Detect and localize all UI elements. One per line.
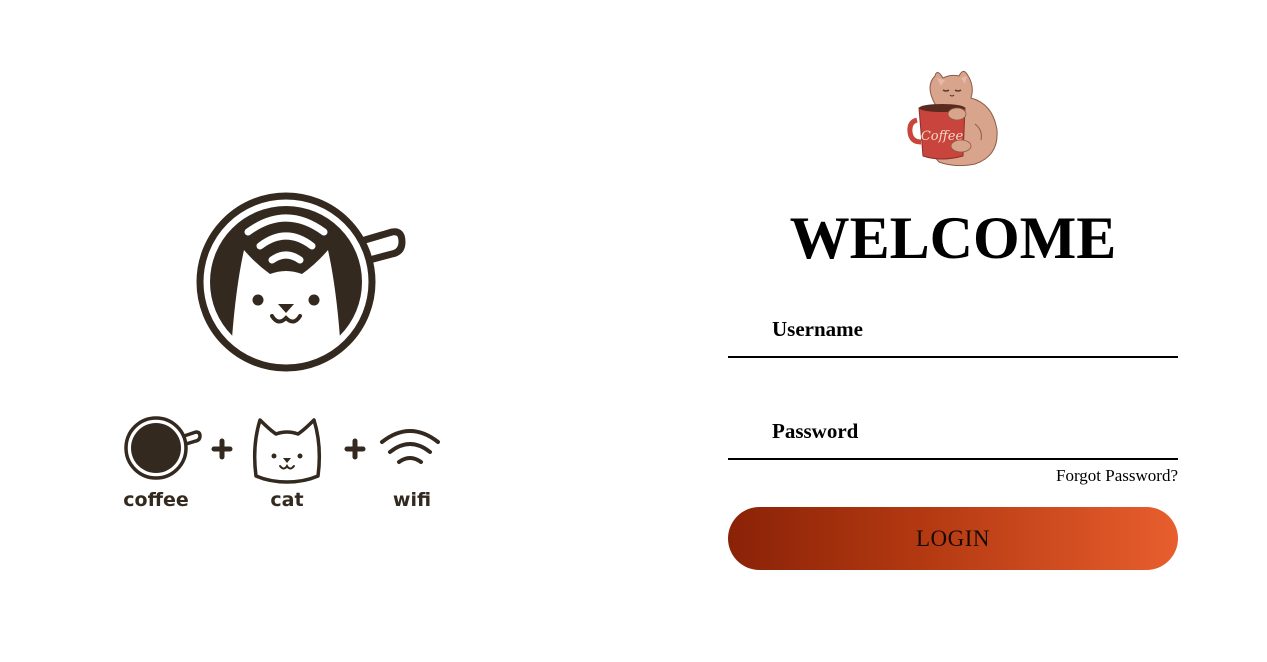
coffee-cat-wifi-cup-icon [196, 192, 406, 372]
brand-illustration: coffee cat wifi [110, 190, 450, 520]
coffee-cup-icon [124, 416, 202, 480]
cat-face-icon [252, 418, 322, 484]
wifi-icon [380, 429, 440, 464]
password-field [728, 404, 1178, 460]
username-input[interactable] [728, 302, 1178, 356]
cat-caption: cat [270, 489, 303, 511]
password-input[interactable] [728, 404, 1178, 458]
cat-hugging-mug-icon: Coffee [905, 64, 1005, 170]
plus-icon [344, 438, 366, 460]
forgot-password-link[interactable]: Forgot Password? [1056, 466, 1178, 486]
login-button[interactable]: LOGIN [728, 507, 1178, 570]
welcome-title: WELCOME [789, 205, 1117, 271]
wifi-caption: wifi [393, 489, 431, 511]
login-page: coffee cat wifi Coffee WELCOME Username … [0, 0, 1267, 662]
plus-icon [211, 438, 233, 460]
username-field [728, 302, 1178, 358]
coffee-caption: coffee [123, 489, 188, 511]
